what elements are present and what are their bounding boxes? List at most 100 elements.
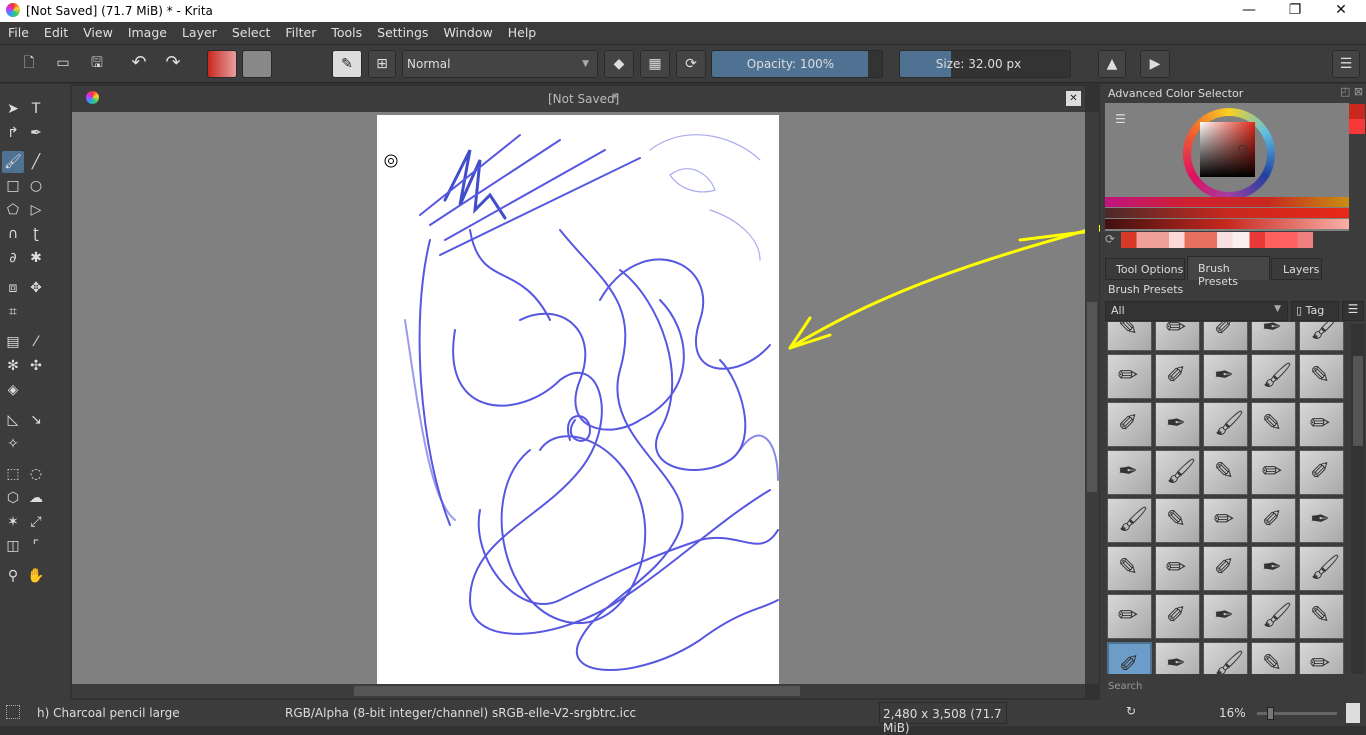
- brush-preset-grid: ✎ ✏ ✐ ✒ 🖌 ✏ ✐ ✒ 🖌 ✎ ✐ ✒ 🖌 ✎ ✏ ✒ 🖌 ✎ ✏ ✐ 🖌 ✎ ✏ ✐ ✒ ✎ ✏ ✐ ✒ 🖌 ✏ ✐ ✒ 🖌 ✎ ✐ ✒ 🖌 ✎ ✏: [1100, 322, 1350, 674]
- right-docker: Advanced Color Selector ◰ ⊠ ☰ ⟳ Tool Opt…: [1100, 84, 1366, 700]
- brush-preset-tile[interactable]: ✏: [1155, 546, 1200, 591]
- preset-search-input[interactable]: Search: [1108, 681, 1142, 692]
- saturation-slider[interactable]: [1105, 208, 1349, 218]
- brush-preview-icon: ✏: [1118, 361, 1139, 389]
- value-slider[interactable]: [1105, 219, 1349, 229]
- brush-preview-icon: ✐: [1262, 505, 1283, 533]
- brush-preview-icon: ✎: [1166, 505, 1187, 533]
- brush-preset-tile[interactable]: ✎: [1299, 354, 1344, 399]
- tab-tool-options[interactable]: Tool Options: [1105, 258, 1185, 280]
- zoom-level: 16%: [1219, 706, 1246, 720]
- brush-preview-icon: ✎: [1262, 649, 1283, 674]
- brush-preset-tile[interactable]: ✐: [1155, 354, 1200, 399]
- brush-preview-icon: ✏: [1310, 409, 1331, 437]
- image-dimensions[interactable]: 2,480 x 3,508 (71.7 MiB): [879, 702, 1007, 735]
- brush-preview-icon: 🖌: [1262, 601, 1293, 629]
- tag-filter-value: All: [1111, 304, 1125, 317]
- brush-preset-tile[interactable]: ✐: [1299, 450, 1344, 495]
- brush-cursor-icon: [384, 154, 398, 168]
- brush-preview-icon: ✐: [1166, 361, 1187, 389]
- tag-button[interactable]: ▯ Tag: [1291, 301, 1339, 321]
- brush-preset-tile[interactable]: 🖌: [1299, 546, 1344, 591]
- brush-preview-icon: ✐: [1310, 457, 1331, 485]
- brush-preset-tile[interactable]: ✏: [1299, 402, 1344, 447]
- brush-preset-tile[interactable]: ✒: [1251, 322, 1296, 351]
- brush-preset-tile[interactable]: ✏: [1203, 498, 1248, 543]
- zoom-slider[interactable]: [1257, 707, 1337, 720]
- float-close-icon[interactable]: ◰ ⊠: [1340, 85, 1363, 98]
- brush-preset-tile[interactable]: ✐: [1107, 402, 1152, 447]
- brush-preview-icon: ✏: [1262, 457, 1283, 485]
- brush-preset-tile[interactable]: ✎: [1299, 594, 1344, 639]
- brush-preview-icon: ✒: [1166, 409, 1187, 437]
- tab-brush-presets[interactable]: Brush Presets: [1187, 256, 1270, 288]
- brush-preview-icon: ✎: [1214, 457, 1235, 485]
- brush-preview-icon: 🖌: [1310, 322, 1341, 341]
- brush-preview-icon: ✒: [1166, 649, 1187, 674]
- brush-preset-tile[interactable]: 🖌: [1107, 498, 1152, 543]
- brush-preset-tile[interactable]: ✒: [1155, 642, 1200, 674]
- brush-preset-tile[interactable]: ✐: [1203, 546, 1248, 591]
- chevron-down-icon: ▼: [1274, 304, 1281, 314]
- brush-preset-tile[interactable]: 🖌: [1251, 594, 1296, 639]
- color-space-info: RGB/Alpha (8-bit integer/channel) sRGB-e…: [285, 706, 637, 720]
- brush-outline-icon: [6, 705, 20, 719]
- preset-scrollbar[interactable]: [1351, 324, 1365, 674]
- recent-colors[interactable]: [1121, 232, 1313, 248]
- brush-preview-icon: 🖌: [1214, 649, 1245, 674]
- brush-preview-icon: 🖌: [1166, 457, 1197, 485]
- brush-preset-tile[interactable]: ✎: [1155, 498, 1200, 543]
- brush-preset-tile[interactable]: ✏: [1107, 594, 1152, 639]
- refresh-icon[interactable]: ⟳: [1105, 232, 1121, 248]
- brush-preset-tile[interactable]: ✏: [1299, 642, 1344, 674]
- brush-preview-icon: ✒: [1118, 457, 1139, 485]
- brush-preset-tile[interactable]: ✒: [1155, 402, 1200, 447]
- brush-preset-tile[interactable]: ✐: [1155, 594, 1200, 639]
- brush-presets-title: Brush Presets: [1108, 283, 1184, 296]
- status-bar: h) Charcoal pencil large RGB/Alpha (8-bi…: [0, 700, 1366, 735]
- current-brush-name: h) Charcoal pencil large: [37, 706, 180, 720]
- brush-preset-tile[interactable]: ✒: [1203, 594, 1248, 639]
- brush-preview-icon: ✎: [1118, 553, 1139, 581]
- brush-preset-tile[interactable]: 🖌: [1299, 322, 1344, 351]
- brush-preset-tile[interactable]: 🖌: [1155, 450, 1200, 495]
- brush-preview-icon: ✎: [1310, 601, 1331, 629]
- brush-preset-tile[interactable]: 🖌: [1203, 402, 1248, 447]
- brush-preset-tile[interactable]: ✎: [1251, 402, 1296, 447]
- tab-layers[interactable]: Layers: [1271, 258, 1322, 280]
- brush-preset-tile[interactable]: ✎: [1251, 642, 1296, 674]
- preset-view-menu-icon[interactable]: ☰: [1342, 301, 1364, 321]
- hue-slider[interactable]: [1105, 197, 1349, 207]
- brush-preset-tile[interactable]: ✎: [1107, 322, 1152, 351]
- brush-preview-icon: ✒: [1310, 505, 1331, 533]
- brush-preset-tile[interactable]: 🖌: [1251, 354, 1296, 399]
- brush-preset-tile[interactable]: ✐: [1203, 322, 1248, 351]
- brush-preset-tile[interactable]: ✏: [1107, 354, 1152, 399]
- brush-preview-icon: 🖌: [1214, 409, 1245, 437]
- previous-color-swatch: [1349, 119, 1365, 134]
- brush-preset-tile[interactable]: ✒: [1299, 498, 1344, 543]
- brush-preview-icon: 🖌: [1310, 553, 1341, 581]
- brush-preview-icon: 🖌: [1118, 505, 1149, 533]
- brush-preset-tile[interactable]: ✐: [1107, 642, 1152, 674]
- brush-preview-icon: ✒: [1262, 322, 1283, 341]
- brush-preset-tile[interactable]: ✐: [1251, 498, 1296, 543]
- brush-preset-tile[interactable]: ✏: [1251, 450, 1296, 495]
- rotate-icon[interactable]: ↻: [1126, 704, 1136, 718]
- vertical-scrollbar[interactable]: [1085, 112, 1099, 684]
- horizontal-scrollbar[interactable]: [72, 684, 1085, 698]
- selector-settings-icon[interactable]: ☰: [1115, 112, 1126, 126]
- brush-preset-tile[interactable]: ✒: [1203, 354, 1248, 399]
- brush-preset-tile[interactable]: ✎: [1107, 546, 1152, 591]
- brush-preview-icon: ✒: [1214, 601, 1235, 629]
- brush-preset-tile[interactable]: ✒: [1107, 450, 1152, 495]
- brush-preview-icon: ✎: [1310, 361, 1331, 389]
- brush-preset-tile[interactable]: ✒: [1251, 546, 1296, 591]
- color-selector-panel[interactable]: ☰: [1105, 103, 1349, 231]
- brush-preset-tile[interactable]: 🖌: [1203, 642, 1248, 674]
- bookmark-icon: ▯: [1296, 304, 1306, 317]
- tag-filter-select[interactable]: All ▼: [1105, 301, 1288, 321]
- brush-preset-tile[interactable]: ✎: [1203, 450, 1248, 495]
- canvas-only-icon[interactable]: [1346, 703, 1360, 723]
- brush-preset-tile[interactable]: ✏: [1155, 322, 1200, 351]
